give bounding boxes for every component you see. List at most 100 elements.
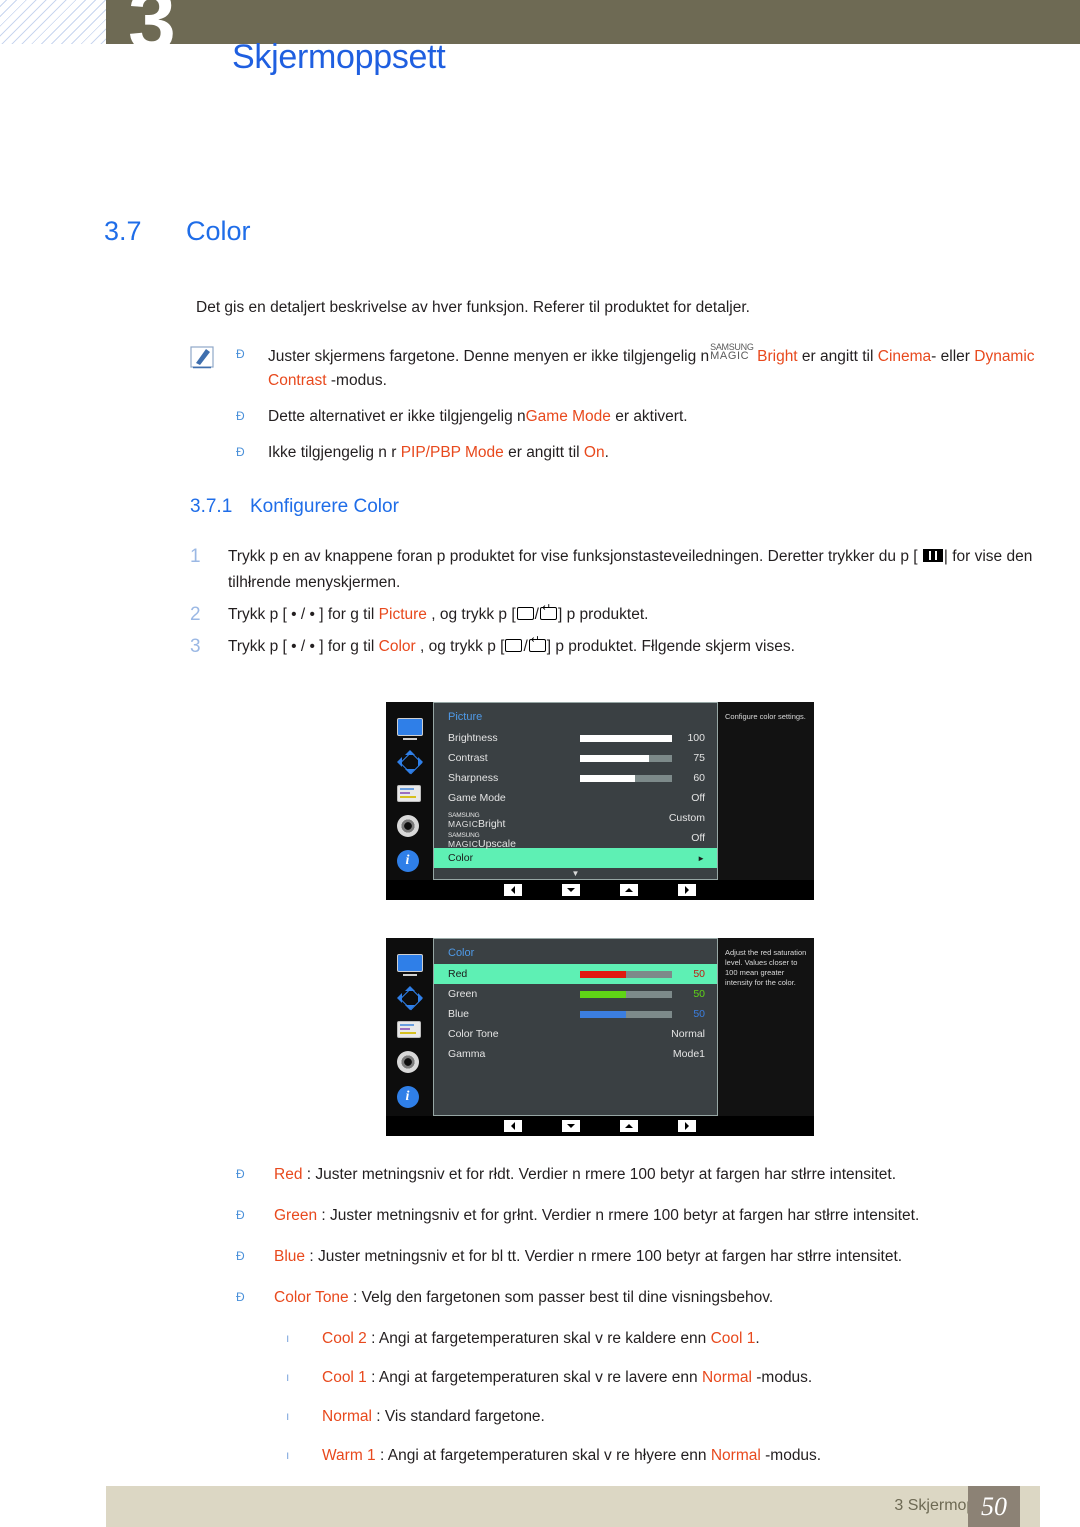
note-pencil-icon [190, 345, 218, 371]
key-back-icon [505, 639, 523, 652]
sub-bullet: ı [286, 1331, 290, 1345]
osd-lines-icon[interactable] [396, 1017, 423, 1042]
osd-body: Color Red 50 Green 50 Blue 50 Color Tone… [433, 938, 718, 1116]
text-run: : Angi at fargetemperaturen skal v re hł… [375, 1447, 711, 1464]
contrast-slider[interactable] [580, 754, 672, 762]
sub-text: Warm 1 : Angi at fargetemperaturen skal … [322, 1444, 1046, 1468]
osd-row-value: 50 [693, 1008, 705, 1020]
highlighted-term: PIP/PBP Mode [400, 444, 504, 461]
info-icon[interactable]: i [396, 846, 423, 873]
highlighted-term: Normal [710, 1447, 761, 1464]
text-run: : Angi at fargetemperaturen skal v re ka… [366, 1330, 711, 1347]
magic-magic-text: MAGIC [448, 839, 479, 849]
gear-icon[interactable] [393, 1048, 423, 1077]
monitor-icon[interactable] [396, 714, 423, 739]
samsung-magic-logo: SAMSUNG MAGIC [710, 342, 756, 362]
highlighted-term: Normal [701, 1369, 752, 1386]
sub-text: Normal : Vis standard fargetone. [322, 1405, 1046, 1429]
osd-row-label: Gamma [448, 1048, 486, 1060]
nav-down-button[interactable] [562, 884, 580, 896]
brightness-slider[interactable] [580, 734, 672, 742]
note-item: Ð Blue : Juster metningsniv et for bl tt… [236, 1245, 1036, 1269]
osd-row-value: Mode1 [672, 1048, 705, 1060]
osd-row-gamma[interactable]: Gamma Mode1 [434, 1044, 717, 1064]
sub-bullet: ı [286, 1370, 290, 1384]
osd-row-sharpness[interactable]: Sharpness 60 [434, 768, 717, 788]
nav-right-button[interactable] [678, 884, 696, 896]
osd-lines-icon[interactable] [396, 781, 423, 806]
red-slider[interactable] [580, 970, 672, 978]
note-bullet: Ð [236, 409, 245, 423]
highlighted-term: Green [274, 1207, 318, 1224]
note-list: Ð Juster skjermens fargetone. Denne meny… [236, 342, 1036, 477]
text-run: : Vis standard fargetone. [371, 1408, 545, 1425]
osd-row-value: 100 [687, 732, 705, 744]
osd-row-label: Contrast [448, 752, 488, 764]
key-back-icon [516, 607, 534, 620]
note-text: Green : Juster metningsniv et for grłnt.… [274, 1204, 1036, 1228]
osd-icon-rail: i [386, 702, 433, 880]
gear-icon[interactable] [393, 812, 423, 841]
submenu-arrow-icon: ► [697, 853, 705, 863]
scroll-down-icon: ▼ [571, 869, 580, 878]
osd-row-color-selected[interactable]: Color ► [434, 848, 717, 868]
text-run: er angitt til [797, 348, 878, 365]
info-icon[interactable]: i [396, 1082, 423, 1109]
osd-menu-heading: Color [448, 947, 475, 959]
key-menu-icon [922, 549, 943, 562]
note-item: Ð Dette alternativet er ikke tilgjengeli… [236, 405, 1036, 429]
nav-up-button[interactable] [620, 884, 638, 896]
header-title: Skjermoppsett [232, 38, 446, 76]
highlighted-term: Picture [378, 606, 427, 623]
osd-menu-heading: Picture [448, 711, 483, 723]
text-run: / [523, 638, 528, 655]
text-run: Ikke tilgjengelig n r [268, 444, 401, 461]
text-run: Trykk p [ • / • ] for g til [228, 638, 379, 655]
nav-left-button[interactable] [504, 884, 522, 896]
osd-row-red-selected[interactable]: Red 50 [434, 964, 717, 984]
nav-up-button[interactable] [620, 1120, 638, 1132]
nav-down-button[interactable] [562, 1120, 580, 1132]
text-run: . [755, 1330, 760, 1347]
osd-row-blue[interactable]: Blue 50 [434, 1004, 717, 1024]
highlighted-term: Color [378, 638, 416, 655]
osd-row-magicbright[interactable]: SAMSUNG MAGIC Bright Custom [434, 808, 717, 830]
nav-left-button[interactable] [504, 1120, 522, 1132]
osd-row-label: Sharpness [448, 772, 499, 784]
directional-arrows-icon[interactable] [396, 747, 423, 774]
text-run: -modus. [751, 1369, 813, 1386]
osd-row-label: Color [448, 852, 474, 864]
text-run: / [534, 606, 539, 623]
nav-right-button[interactable] [678, 1120, 696, 1132]
osd-row-contrast[interactable]: Contrast 75 [434, 748, 717, 768]
osd-row-label: Brightness [448, 732, 498, 744]
sub-text: Cool 2 : Angi at fargetemperaturen skal … [322, 1327, 1046, 1351]
note-text: Juster skjermens fargetone. Denne menyen… [268, 342, 1036, 393]
note-bullet: Ð [236, 1167, 245, 1181]
step-text: Trykk p [ • / • ] for g til Picture , og… [228, 602, 1040, 628]
green-slider[interactable] [580, 990, 672, 998]
note-bullet: Ð [236, 347, 245, 361]
osd-row-label: Green [448, 988, 478, 1000]
osd-row-brightness[interactable]: Brightness 100 [434, 728, 717, 748]
osd-row-magicupscale[interactable]: SAMSUNG MAGIC Upscale Off [434, 828, 717, 850]
directional-arrows-icon[interactable] [396, 983, 423, 1010]
text-run: : Juster metningsniv et for rłdt. Verdie… [302, 1166, 897, 1183]
section-heading: 3.7 Color [104, 216, 251, 247]
section-title: Color [186, 216, 251, 246]
sharpness-slider[interactable] [580, 774, 672, 782]
blue-slider[interactable] [580, 1010, 672, 1018]
note-item: Ð Color Tone : Velg den fargetonen som p… [236, 1286, 1036, 1310]
text-run: Juster skjermens fargetone. Denne menyen… [268, 348, 710, 365]
osd-row-color-tone[interactable]: Color Tone Normal [434, 1024, 717, 1044]
note-text: Red : Juster metningsniv et for rłdt. Ve… [274, 1163, 1036, 1187]
text-run: ] p produktet. [557, 606, 649, 623]
text-run: Trykk p en av knappene foran p produktet… [228, 548, 922, 565]
monitor-icon[interactable] [396, 950, 423, 975]
highlighted-term: Blue [274, 1248, 306, 1265]
step-item: 3 Trykk p [ • / • ] for g til Color , og… [190, 634, 1040, 660]
key-enter-icon [528, 635, 546, 652]
osd-row-green[interactable]: Green 50 [434, 984, 717, 1004]
osd-row-game-mode[interactable]: Game Mode Off [434, 788, 717, 808]
osd-screenshot-picture: i Picture Brightness 100 Contrast 75 Sha… [386, 702, 814, 900]
